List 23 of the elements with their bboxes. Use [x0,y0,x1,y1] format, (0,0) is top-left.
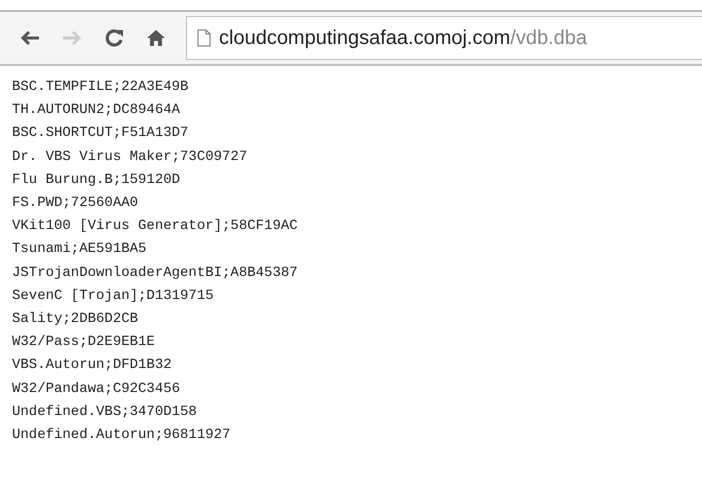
text-line: BSC.TEMPFILE;22A3E49B [12,78,190,97]
back-arrow-icon [20,30,40,46]
reload-icon [104,28,124,48]
text-line: Undefined.Autorun;96811927 [12,426,232,446]
home-icon [146,28,166,48]
text-line: SevenC [Trojan];D1319715 [12,286,215,306]
text-line: W32/Pandawa;C92C3456 [12,380,182,399]
text-line: Undefined.VBS;3470D158 [12,402,198,422]
text-line: BSC.SHORTCUT;F51A13D7 [12,124,190,144]
text-line: Dr. VBS Virus Maker;73C09727 [12,148,248,167]
address-bar[interactable]: cloudcomputingsafaa.comoj.com/vdb.dba [186,16,702,60]
page-icon [197,29,211,47]
text-line: VKit100 [Virus Generator];58CF19AC [12,217,299,236]
text-line: Sality;2DB6D2CB [12,310,140,330]
text-line: TH.AUTORUN2;DC89464A [12,101,182,120]
text-line: W32/Pass;D2E9EB1E [12,333,156,352]
url-text: cloudcomputingsafaa.comoj.com/vdb.dba [219,26,587,50]
text-line: VBS.Autorun;DFD1B32 [12,356,173,376]
forward-arrow-icon [62,30,82,46]
text-line: Tsunami;AE591BA5 [12,240,148,260]
text-line: JSTrojanDownloaderAgentBI;A8B45387 [12,264,299,283]
text-line: FS.PWD;72560AA0 [12,194,140,214]
text-line: Flu Burung.B;159120D [12,170,182,190]
